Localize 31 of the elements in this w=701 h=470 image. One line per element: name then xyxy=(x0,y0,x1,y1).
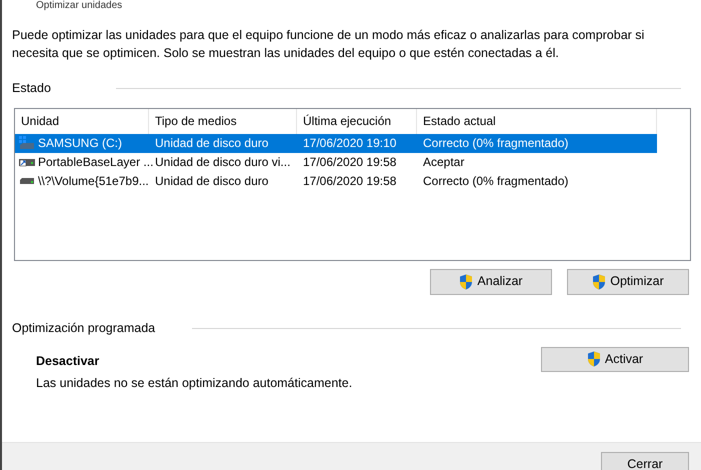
drive-row[interactable]: SAMSUNG (C:) Unidad de disco duro 17/06/2020 19:10 Correcto (0% fragmentado) xyxy=(15,134,657,153)
shield-icon xyxy=(592,274,606,290)
table-cell-text: Unidad de disco duro xyxy=(155,135,268,152)
section-heading: Optimización programada xyxy=(12,320,156,337)
table-cell-text: 17/06/2020 19:58 xyxy=(303,173,396,190)
table-cell-text: PortableBaseLayer ... xyxy=(38,154,154,172)
drive-row[interactable]: \\?\Volume{51e7b9... Unidad de disco duro 17/06/2020 19:58 Correcto (0% fragmentado) xyxy=(15,172,657,191)
section-heading: Estado xyxy=(12,80,52,97)
table-cell-text: 17/06/2020 19:10 xyxy=(303,135,396,152)
activate-button[interactable]: Activar xyxy=(541,346,689,372)
description-text: Puede optimizar las unidades para que el equipo funcione de un modo más eficaz o analizarlas para comprobar si necesita que se optimicen. Solo se muestran las unidades del equipo o que estén conectadas a él. xyxy=(12,27,646,62)
table-cell-text: Unidad de disco duro vi... xyxy=(155,154,290,172)
table-cell-text: Aceptar xyxy=(423,154,464,172)
table-cell-text: Unidad de disco duro xyxy=(155,173,268,190)
close-button[interactable]: Cerrar xyxy=(601,452,689,470)
drive-icon xyxy=(19,136,35,150)
table-cell-text: Correcto (0% fragmentado) xyxy=(423,135,568,152)
schedule-status: Desactivar xyxy=(36,352,100,370)
drive-icon xyxy=(19,177,35,186)
drive-icon xyxy=(19,157,35,168)
table-cell-text: 17/06/2020 19:58 xyxy=(303,154,396,172)
schedule-note: Las unidades no se están optimizando automáticamente. xyxy=(36,375,354,392)
table-cell-text: \\?\Volume{51e7b9... xyxy=(38,173,149,190)
action-button[interactable]: Analizar xyxy=(430,268,552,295)
drive-row[interactable]: PortableBaseLayer ...Unidad de disco duro vi... 17/06/2020 19:58 Aceptar xyxy=(15,152,657,172)
shield-icon xyxy=(459,274,474,290)
shield-icon xyxy=(586,351,601,367)
window-title: Optimizar unidades xyxy=(36,0,122,11)
table-cell-text: SAMSUNG (C:) xyxy=(38,135,122,152)
action-button[interactable]: Optimizar xyxy=(567,268,689,295)
table-cell-text: Correcto (0% fragmentado) xyxy=(423,173,568,190)
